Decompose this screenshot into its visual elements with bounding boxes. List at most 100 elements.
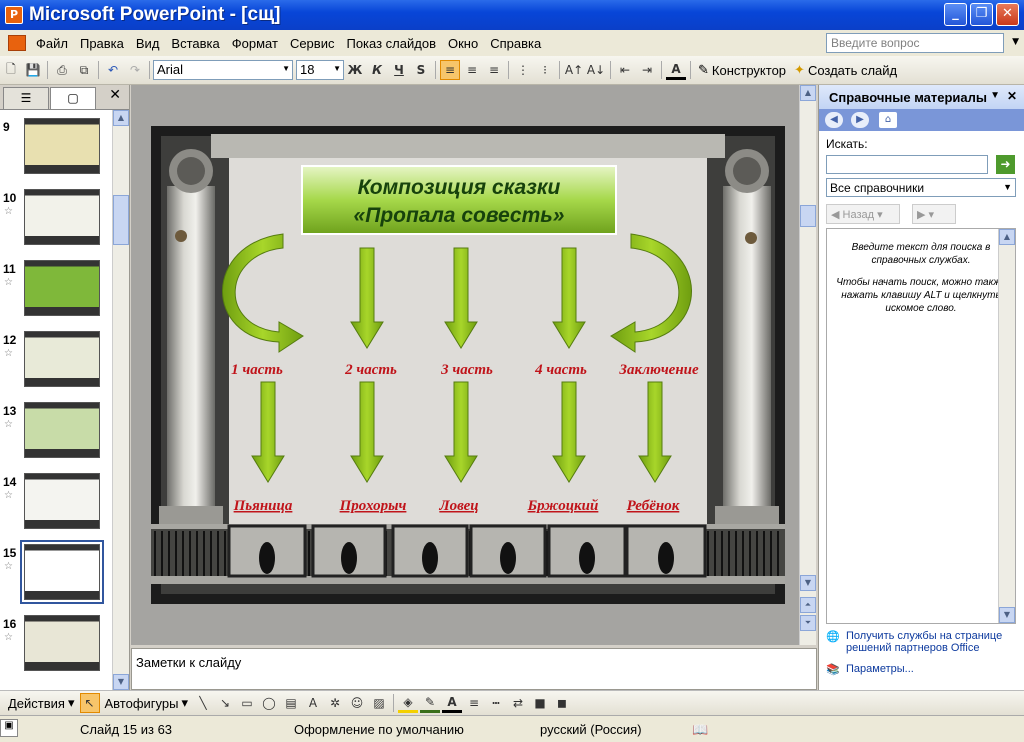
current-slide[interactable]: Композиция сказки «Пропала совесть» 1 ча… (151, 126, 785, 604)
scroll-thumb[interactable] (800, 205, 816, 227)
menu-format[interactable]: Формат (226, 36, 284, 51)
save-icon[interactable]: 💾 (23, 60, 43, 80)
slide-thumbnail[interactable]: 11 ☆ (0, 256, 112, 322)
arrow-style-icon[interactable]: ⇄ (508, 693, 528, 713)
select-pointer-icon[interactable]: ↖ (79, 693, 100, 713)
shadow-style-icon[interactable]: ■ (530, 693, 550, 713)
slide-title-line1[interactable]: Композиция сказки (358, 176, 561, 199)
scroll-thumb[interactable] (113, 195, 129, 245)
slides-tab-icon[interactable]: ▢ (50, 87, 96, 109)
dash-style-icon[interactable]: ┅ (486, 693, 506, 713)
outline-tab-icon[interactable]: ☰ (3, 87, 49, 109)
next-slide-icon[interactable]: ⏷ (800, 615, 816, 631)
increase-indent-icon[interactable]: ⇥ (637, 60, 657, 80)
clipart-icon[interactable]: ☺ (347, 693, 367, 713)
grow-font-icon[interactable]: A↑ (564, 60, 584, 80)
decrease-indent-icon[interactable]: ⇤ (615, 60, 635, 80)
document-icon[interactable] (8, 35, 26, 51)
bold-button[interactable]: Ж (345, 60, 365, 80)
research-search-input[interactable] (826, 155, 988, 174)
restore-button[interactable]: ❐ (970, 3, 993, 26)
picture-icon[interactable]: ▨ (369, 693, 389, 713)
align-center-icon[interactable]: ≡ (462, 60, 482, 80)
menu-help[interactable]: Справка (484, 36, 547, 51)
back-button[interactable]: ◀ Назад ▾ (826, 204, 900, 224)
line-icon[interactable]: ╲ (193, 693, 213, 713)
options-link[interactable]: 📚 Параметры... (826, 663, 914, 676)
slide-thumbnail[interactable]: 12 ☆ (0, 327, 112, 393)
slide-thumbnail[interactable]: 15 ☆ (0, 540, 112, 606)
copy-icon[interactable]: ⧉ (74, 60, 94, 80)
line-style-icon[interactable]: ≡ (464, 693, 484, 713)
font-color-icon[interactable]: A (442, 693, 462, 713)
minimize-button[interactable]: _ (944, 3, 967, 26)
actions-menu[interactable]: Действия ▾ (4, 695, 79, 711)
align-left-icon[interactable]: ≡ (440, 60, 460, 80)
undo-icon[interactable]: ↶ (103, 60, 123, 80)
slide-scrollbar[interactable]: ▲ ▼ ⏶ ⏷ (799, 85, 816, 645)
slide-thumbnail[interactable]: 10 ☆ (0, 185, 112, 251)
autoshapes-menu[interactable]: Автофигуры ▾ (101, 695, 193, 711)
powerpoint-app-icon[interactable]: P (5, 6, 23, 24)
menu-file[interactable]: Файл (30, 36, 74, 51)
new-file-icon[interactable]: 🗋 (1, 60, 21, 80)
arrow-icon[interactable]: ↘ (215, 693, 235, 713)
reference-scope-select[interactable]: Все справочники ▼ (826, 178, 1016, 197)
new-slide-button[interactable]: ✦ Создать слайд (790, 62, 901, 78)
diagram-icon[interactable]: ✲ (325, 693, 345, 713)
previous-slide-icon[interactable]: ⏶ (800, 597, 816, 613)
slide-thumbnail[interactable]: 9 (0, 114, 112, 180)
numbered-list-icon[interactable]: ⋮ (513, 60, 533, 80)
close-icon[interactable]: ✕ (1007, 89, 1017, 103)
menu-tools[interactable]: Сервис (284, 36, 341, 51)
scroll-down-icon[interactable]: ▼ (113, 674, 129, 690)
close-window-button[interactable]: ✕ (996, 3, 1019, 26)
rectangle-icon[interactable]: ▭ (237, 693, 257, 713)
close-icon[interactable]: ✕ (109, 87, 121, 103)
scroll-up-icon[interactable]: ▲ (113, 110, 129, 126)
font-size-select[interactable]: 18 ▼ (296, 60, 344, 80)
back-icon[interactable]: ◀ (825, 112, 843, 128)
scroll-down-icon[interactable]: ▼ (999, 607, 1015, 623)
textbox-icon[interactable]: ▤ (281, 693, 301, 713)
forward-button[interactable]: ▶ ▾ (912, 204, 956, 224)
forward-icon[interactable]: ▶ (851, 112, 869, 128)
menu-insert[interactable]: Вставка (165, 36, 225, 51)
font-name-select[interactable]: Arial ▼ (153, 60, 293, 80)
italic-button[interactable]: К (367, 60, 387, 80)
menu-edit[interactable]: Правка (74, 36, 130, 51)
thumbnail-scrollbar[interactable]: ▲ ▼ (112, 110, 129, 690)
partner-services-link[interactable]: 🌐 Получить службы на странице решений пар… (826, 630, 1024, 654)
3d-style-icon[interactable]: ◼ (552, 693, 572, 713)
fill-color-icon[interactable]: ◈ (398, 693, 418, 713)
ask-question-input[interactable]: Введите вопрос (826, 33, 1004, 53)
chevron-down-icon[interactable]: ▼ (990, 90, 1000, 101)
notes-pane[interactable]: Заметки к слайду (131, 648, 817, 690)
redo-icon[interactable]: ↷ (125, 60, 145, 80)
bullet-list-icon[interactable]: ⁝ (535, 60, 555, 80)
slide-thumbnail[interactable]: 16 ☆ (0, 611, 112, 677)
slide-thumbnail[interactable]: 14 ☆ (0, 469, 112, 535)
normal-view-icon[interactable]: ▣ (0, 719, 18, 737)
scroll-down-icon[interactable]: ▼ (800, 575, 816, 591)
go-arrow-icon[interactable]: ➜ (996, 155, 1015, 174)
wordart-icon[interactable]: A (303, 693, 323, 713)
line-color-icon[interactable]: ✎ (420, 693, 440, 713)
language-status[interactable]: русский (Россия) (540, 722, 642, 737)
scroll-up-icon[interactable]: ▲ (999, 229, 1015, 245)
menu-view[interactable]: Вид (130, 36, 166, 51)
menu-slideshow[interactable]: Показ слайдов (340, 36, 442, 51)
home-icon[interactable]: ⌂ (879, 112, 897, 128)
designer-button[interactable]: ✎ Конструктор (694, 62, 790, 78)
oval-icon[interactable]: ◯ (259, 693, 279, 713)
font-color-icon[interactable]: A (666, 60, 686, 80)
shrink-font-icon[interactable]: A↓ (586, 60, 606, 80)
print-icon[interactable]: ⎙ (52, 60, 72, 80)
underline-button[interactable]: Ч (389, 60, 409, 80)
results-scrollbar[interactable]: ▲ ▼ (998, 229, 1015, 623)
shadow-button[interactable]: S (411, 60, 431, 80)
spelling-icon[interactable]: 📖 (692, 722, 708, 738)
chevron-down-icon[interactable]: ▼ (1012, 37, 1019, 47)
slide-title-line2[interactable]: «Пропала совесть» (354, 204, 565, 227)
align-right-icon[interactable]: ≡ (484, 60, 504, 80)
